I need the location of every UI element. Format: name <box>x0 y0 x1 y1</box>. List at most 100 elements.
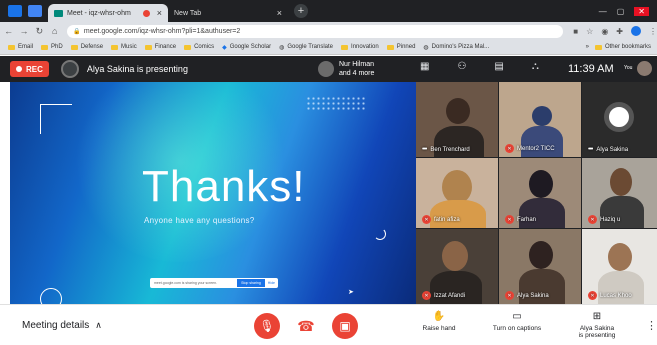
more-options-icon[interactable]: ••• <box>588 146 593 153</box>
folder-icon <box>386 44 394 50</box>
mic-off-icon: ✕ <box>505 291 514 300</box>
url-field[interactable]: 🔒 meet.google.com/iqz-whsr-ohm?pli=1&aut… <box>67 24 564 38</box>
mic-off-icon: ✕ <box>588 291 597 300</box>
more-options-icon[interactable]: ⋮ <box>646 319 657 332</box>
extension-icon[interactable]: ◉ <box>601 27 608 36</box>
bookmark-item[interactable]: Email <box>8 44 33 50</box>
bookmark-item[interactable]: Innovation <box>341 44 379 50</box>
participant-grid: ••• Ben Trenchard ✕ Mentor2 TICC ••• Alya S… <box>416 82 657 304</box>
tab-title: Meet - iqz-whsr-ohm <box>67 9 131 17</box>
activities-icon[interactable]: ⛬ <box>532 61 539 72</box>
bookmark-item[interactable]: Comics <box>184 44 214 50</box>
hide-button[interactable]: Hide <box>268 281 275 285</box>
close-tab-icon[interactable]: × <box>157 8 162 18</box>
extension-icon[interactable] <box>8 5 22 17</box>
people-icon[interactable]: ⚇ <box>457 61 466 72</box>
recording-dot-icon <box>143 9 150 17</box>
mic-off-icon: ✕ <box>505 144 514 153</box>
stop-sharing-button[interactable]: Stop sharing <box>237 279 265 287</box>
extension-icon[interactable] <box>28 5 42 17</box>
url-text: meet.google.com/iqz-whsr-ohm?pli=1&authu… <box>83 27 241 35</box>
folder-icon <box>41 44 49 50</box>
maximize-icon[interactable]: ▢ <box>617 7 625 16</box>
meet-top-bar: REC Alya Sakina is presenting Nur Hilman… <box>0 56 657 82</box>
participant-tile[interactable]: ✕ fatin afiza <box>416 158 498 228</box>
presenting-label: Alya Sakina is presenting <box>86 64 188 74</box>
folder-icon <box>341 44 349 50</box>
star-icon[interactable]: ☆ <box>586 27 593 36</box>
bookmark-item[interactable]: Music <box>111 44 137 50</box>
bookmark-item[interactable]: Pinned <box>386 44 415 50</box>
bookmark-item[interactable]: ◍ Domino's Pizza Mal... <box>423 44 489 51</box>
circle-decoration <box>40 288 62 304</box>
bookmark-item[interactable]: PhD <box>41 44 63 50</box>
participant-tile[interactable]: ✕ Haziq u <box>582 158 657 228</box>
slide-subtitle: Anyone have any questions? <box>144 216 255 225</box>
minimize-icon[interactable]: — <box>599 7 607 16</box>
participant-tile[interactable]: ✕ Lucas Khoo <box>582 229 657 304</box>
bookmark-item[interactable]: Defense <box>70 44 103 50</box>
participant-tile[interactable]: ✕ Izzat Afandi <box>416 229 498 304</box>
forward-icon[interactable]: → <box>17 26 30 36</box>
lock-icon: 🔒 <box>73 28 81 35</box>
phone-hangup-icon: ☎ <box>297 317 315 334</box>
home-icon[interactable]: ⌂ <box>48 26 61 36</box>
arc-decoration <box>374 228 386 240</box>
bookmark-item[interactable]: Finance <box>144 44 176 50</box>
tab-new-tab[interactable]: New Tab × <box>168 4 288 22</box>
profile-avatar[interactable] <box>631 26 641 36</box>
browser-tab-strip: Meet - iqz-whsr-ohm × New Tab × + — ▢ ✕ <box>0 0 657 22</box>
other-bookmarks[interactable]: » Other bookmarks <box>586 44 651 50</box>
more-options-icon[interactable]: ••• <box>422 146 427 153</box>
menu-icon[interactable]: ⋮ <box>649 27 657 36</box>
leave-call-button[interactable]: ☎ <box>293 313 319 339</box>
meet-icon <box>54 9 63 17</box>
you-label: You <box>624 65 633 71</box>
tab-meet[interactable]: Meet - iqz-whsr-ohm × <box>48 4 168 22</box>
presenter-avatar <box>60 60 79 78</box>
bookmark-item[interactable]: ◆ Google Scholar <box>222 44 271 51</box>
participant-tile[interactable]: ✕ Farhan <box>499 158 581 228</box>
raise-hand-button[interactable]: ✋ Raise hand <box>404 311 474 332</box>
sharing-notice: meet.google.com is sharing your screen. … <box>150 278 278 288</box>
participant-video <box>446 98 470 124</box>
new-tab-button[interactable]: + <box>294 4 308 18</box>
corner-bracket <box>40 104 72 134</box>
chevron-up-icon: ∧ <box>95 320 102 330</box>
meet-window: Meet - iqz-whsr-ohm × New Tab × + — ▢ ✕ … <box>0 0 657 345</box>
call-controls-bar: Meeting details ∧ 🎙︎ ☎ ▣ ✋ Raise hand ▭ T… <box>0 304 657 345</box>
avatar <box>318 61 334 77</box>
self-avatar[interactable] <box>637 61 652 76</box>
camera-toggle-button[interactable]: ▣ <box>332 313 358 339</box>
back-icon[interactable]: ← <box>2 26 15 36</box>
close-tab-icon[interactable]: × <box>277 8 282 18</box>
participant-tile[interactable]: ••• Alya Sakina <box>582 82 657 157</box>
close-window-icon[interactable]: ✕ <box>634 6 649 16</box>
folder-icon <box>184 44 192 50</box>
dot-pattern <box>306 96 366 110</box>
camera-icon[interactable]: ■ <box>573 27 578 36</box>
captions-icon: ▭ <box>512 311 522 322</box>
mic-toggle-button[interactable]: 🎙︎ <box>254 313 280 339</box>
record-dot-icon <box>16 66 22 72</box>
mic-off-icon: ✕ <box>422 215 431 224</box>
folder-icon <box>111 44 119 50</box>
captions-button[interactable]: ▭ Turn on captions <box>482 311 552 332</box>
bookmark-item[interactable]: ◍ Google Translate <box>279 44 333 51</box>
meeting-details-button[interactable]: Meeting details ∧ <box>22 320 102 331</box>
participant-tile[interactable]: ✕ Mentor2 TICC <box>499 82 581 157</box>
mic-off-icon: ✕ <box>505 215 514 224</box>
present-screen-icon: ⊞ <box>592 311 602 322</box>
toolbar-icons: ■ ☆ ◉ ✚ ⋮ <box>573 26 657 36</box>
presentation-screen: Thanks! Anyone have any questions? meet.… <box>10 82 416 304</box>
chat-icon[interactable]: ▤ <box>494 61 503 72</box>
participant-tile[interactable]: ✕ Alya Sakina <box>499 229 581 304</box>
mic-off-icon: ✕ <box>588 215 597 224</box>
participant-tile[interactable]: ••• Ben Trenchard <box>416 82 498 157</box>
layout-icon[interactable]: ▦ <box>420 61 429 72</box>
participants-summary[interactable]: Nur Hilman and 4 more <box>318 60 374 78</box>
tab-title: New Tab <box>174 9 202 17</box>
puzzle-icon[interactable]: ✚ <box>616 27 623 36</box>
presenting-button[interactable]: ⊞ Alya Sakina is presenting <box>562 311 632 339</box>
reload-icon[interactable]: ↻ <box>33 26 46 37</box>
